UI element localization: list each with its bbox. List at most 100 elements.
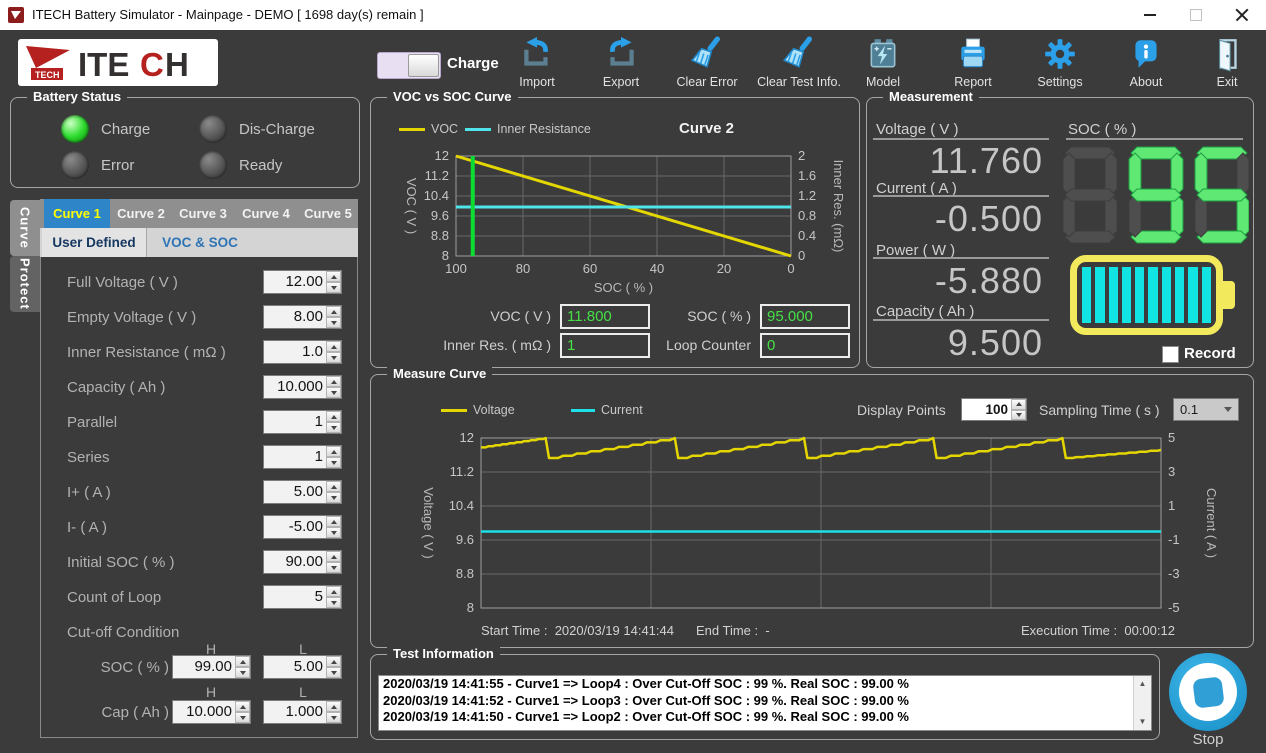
tab-curve-5[interactable]: Curve 5 (298, 199, 358, 228)
record-checkbox[interactable] (1162, 346, 1179, 363)
field-input[interactable]: 90.00 (263, 550, 342, 574)
spinner[interactable] (326, 341, 341, 363)
voc-soc-chart: 1211.210.49.68.8821.61.20.80.40100806040… (371, 98, 859, 308)
about-button[interactable]: About (1106, 36, 1186, 94)
battery-simulator-window: { "window": { "title": "ITECH Battery Si… (0, 0, 1266, 753)
clear-test-info-button[interactable]: Clear Test Info. (749, 36, 849, 94)
spinner[interactable] (326, 551, 341, 573)
export-icon (581, 36, 661, 72)
settings-icon (1020, 36, 1100, 72)
spinner[interactable] (326, 516, 341, 538)
field-value: 12.00 (264, 271, 326, 293)
tab-curve-2[interactable]: Curve 2 (110, 199, 172, 228)
exit-button[interactable]: Exit (1188, 36, 1266, 94)
toolbar-button-label: Exit (1188, 75, 1266, 89)
readout-text: 95.000 (767, 308, 813, 325)
voc-readout-value: 11.800 (560, 304, 650, 329)
spinner[interactable] (326, 481, 341, 503)
log-scrollbar[interactable]: ▲ ▼ (1133, 676, 1151, 730)
measurement-value: -0.500 (873, 198, 1043, 240)
spinner[interactable] (326, 701, 341, 723)
scroll-down-icon[interactable]: ▼ (1134, 714, 1151, 730)
spinner[interactable] (235, 701, 250, 723)
toolbar: TECH ITE C H Charge Import Export Clear … (0, 30, 1266, 96)
spinner[interactable] (326, 376, 341, 398)
test-information-title: Test Information (387, 646, 500, 661)
cutoff-cap-l-input[interactable]: 1.000 (263, 700, 342, 724)
settings-button[interactable]: Settings (1020, 36, 1100, 94)
model-button[interactable]: Model (843, 36, 923, 94)
measure-curve-group: Measure Curve Voltage Current Display Po… (370, 374, 1254, 648)
field-input[interactable]: 12.00 (263, 270, 342, 294)
svg-text:12: 12 (435, 148, 449, 163)
minimize-icon (1144, 14, 1156, 16)
window-title: ITECH Battery Simulator - Mainpage - DEM… (32, 0, 424, 30)
import-button[interactable]: Import (497, 36, 577, 94)
export-button[interactable]: Export (581, 36, 661, 94)
execution-time-label: Execution Time : (1021, 623, 1117, 638)
spinner[interactable] (326, 446, 341, 468)
battery-gauge (1070, 255, 1223, 335)
measurement-underline (873, 257, 1049, 259)
tab-curve-4[interactable]: Curve 4 (234, 199, 298, 228)
tab-curve-3[interactable]: Curve 3 (172, 199, 234, 228)
soc-seven-segment-display (1063, 145, 1249, 245)
start-time: Start Time : 2020/03/19 14:41:44 (481, 623, 674, 638)
field-label: Count of Loop (67, 589, 161, 606)
maximize-button[interactable] (1173, 0, 1219, 30)
spinner[interactable] (326, 656, 341, 678)
title-bar: ITECH Battery Simulator - Mainpage - DEM… (0, 0, 1266, 30)
battery-gauge-terminal (1222, 281, 1235, 309)
field-input[interactable]: 1 (263, 445, 342, 469)
cutoff-l-header: L (283, 684, 323, 700)
spinner[interactable] (326, 586, 341, 608)
spinner[interactable] (235, 656, 250, 678)
field-input[interactable]: -5.00 (263, 515, 342, 539)
field-label: Initial SOC ( % ) (67, 554, 175, 571)
subtab-user-defined[interactable]: User Defined (42, 228, 147, 257)
cutoff-cap-h-input[interactable]: 10.000 (172, 700, 251, 724)
minimize-button[interactable] (1127, 0, 1173, 30)
field-input[interactable]: 5.00 (263, 480, 342, 504)
spinner[interactable] (326, 306, 341, 328)
svg-text:-1: -1 (1168, 532, 1180, 547)
spinner[interactable] (326, 271, 341, 293)
svg-text:11.2: 11.2 (450, 464, 474, 479)
tab-curve-1[interactable]: Curve 1 (44, 199, 110, 228)
spinner[interactable] (326, 411, 341, 433)
app-icon (8, 7, 24, 23)
side-tab-protect[interactable]: Protect (10, 256, 40, 312)
test-log-list[interactable]: 2020/03/19 14:41:55 - Curve1 => Loop4 : … (378, 675, 1152, 731)
report-button[interactable]: Report (933, 36, 1013, 94)
itech-logo: TECH ITE C H (18, 39, 218, 86)
subtab-voc-soc[interactable]: VOC & SOC (150, 228, 250, 257)
close-button[interactable] (1219, 0, 1265, 30)
cutoff-soc-h-input[interactable]: 99.00 (172, 655, 251, 679)
clear-error-button[interactable]: Clear Error (667, 36, 747, 94)
svg-text:-3: -3 (1168, 566, 1180, 581)
field-input[interactable]: 8.00 (263, 305, 342, 329)
field-input[interactable]: 10.000 (263, 375, 342, 399)
about-icon (1106, 36, 1186, 72)
field-value: 1.0 (264, 341, 326, 363)
stop-button[interactable] (1169, 653, 1247, 731)
curve-substrip: User Defined VOC & SOC (40, 228, 358, 257)
field-input[interactable]: 1.0 (263, 340, 342, 364)
cutoff-soc-l-input[interactable]: 5.00 (263, 655, 342, 679)
field-value: 10.000 (264, 376, 326, 398)
side-tab-curve[interactable]: Curve (10, 200, 40, 256)
maximize-icon (1190, 9, 1202, 21)
field-value: 8.00 (264, 306, 326, 328)
readout-text: 0 (767, 337, 775, 354)
charge-toggle[interactable] (377, 52, 441, 79)
battery-status-group: Battery Status Charge Dis-Charge Error R… (10, 97, 360, 188)
svg-text:80: 80 (516, 261, 530, 276)
voc-readout-label: VOC ( V ) (431, 308, 551, 324)
scroll-up-icon[interactable]: ▲ (1134, 676, 1151, 692)
ready-led-label: Ready (239, 157, 282, 174)
field-input[interactable]: 5 (263, 585, 342, 609)
svg-text:9.6: 9.6 (431, 208, 449, 223)
svg-text:Current ( A ): Current ( A ) (1204, 488, 1219, 558)
field-input[interactable]: 1 (263, 410, 342, 434)
svg-text:0: 0 (787, 261, 794, 276)
